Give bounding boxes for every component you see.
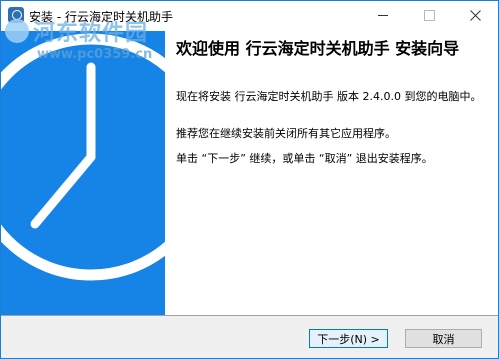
installer-window: 安装 - 行云海定时关机助手 欢迎使用 行云海定时关机助手 安装向导 现在将安装… — [0, 0, 499, 359]
minimize-icon — [378, 15, 388, 16]
maximize-button — [406, 1, 452, 30]
button-bar: 下一步(N) > 取消 — [1, 316, 498, 358]
wizard-banner — [1, 31, 165, 315]
clock-icon — [1, 33, 165, 281]
install-version-text: 现在将安装 行云海定时关机助手 版本 2.4.0.0 到您的电脑中。 — [176, 90, 482, 103]
cancel-button[interactable]: 取消 — [405, 329, 482, 348]
close-icon — [469, 10, 481, 21]
instructions-text: 单击 “下一步” 继续，或单击 “取消” 退出安装程序。 — [176, 152, 433, 165]
watermark-url: www.pc0359.cn — [37, 47, 153, 62]
watermark-logo-icon — [5, 19, 29, 43]
next-button[interactable]: 下一步(N) > — [309, 329, 388, 348]
maximize-icon — [423, 10, 435, 21]
welcome-content: 欢迎使用 行云海定时关机助手 安装向导 现在将安装 行云海定时关机助手 版本 2… — [165, 31, 498, 315]
welcome-heading: 欢迎使用 行云海定时关机助手 安装向导 — [176, 39, 460, 58]
close-apps-text: 推荐您在继续安装前关闭所有其它应用程序。 — [176, 127, 396, 140]
close-button[interactable] — [452, 1, 498, 30]
watermark-text: 河东软件园 — [33, 21, 149, 46]
minimize-button[interactable] — [360, 1, 406, 30]
